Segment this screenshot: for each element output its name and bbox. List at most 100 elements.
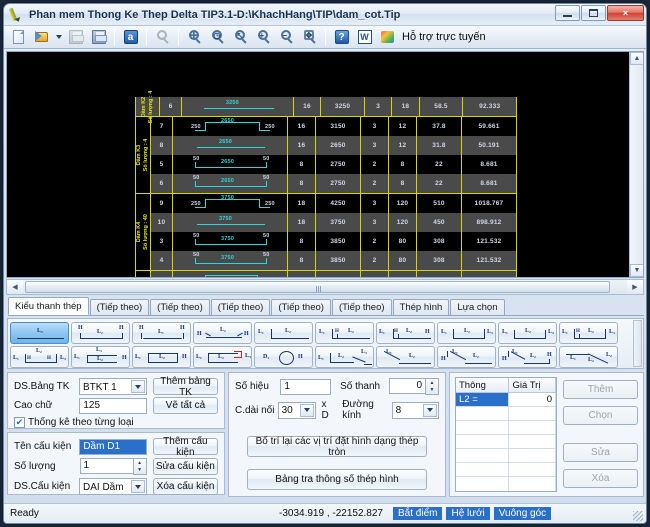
open-dropdown-arrow-icon[interactable]: [54, 27, 63, 47]
chevron-down-icon[interactable]: [131, 380, 145, 393]
so-luong-spinner[interactable]: ▲▼: [133, 458, 147, 475]
shape-diag-l1-l2[interactable]: L₁ L₂: [376, 346, 435, 368]
zoom-out-icon[interactable]: −: [276, 27, 297, 47]
shape-hook-diag-l1-l2-h[interactable]: H L₁ L₂ H: [498, 346, 557, 368]
zoom-window-icon[interactable]: [152, 27, 173, 47]
table-row[interactable]: 11 250 250 50 6: [151, 271, 517, 278]
table-row[interactable]: 8 2650 16 2650 3 12 31.8 50.191: [151, 136, 517, 155]
tab-lua-chon[interactable]: Lựa chọn: [450, 299, 504, 315]
so-luong-input[interactable]: 1: [80, 458, 133, 474]
parameter-grid[interactable]: Thông Giá Trị L2 = 0: [455, 377, 557, 492]
pan-icon[interactable]: ✥: [299, 27, 320, 47]
canvas-horizontal-scrollbar[interactable]: ◀ ▶: [6, 279, 644, 295]
table-row[interactable]: 10 3750 18 3750 3 120 450 898.912: [151, 213, 517, 232]
new-file-icon[interactable]: [8, 27, 29, 47]
table-row[interactable]: 3 50 3750 50 8 3850 2: [151, 232, 517, 251]
open-file-icon[interactable]: [31, 27, 52, 47]
canvas-surface[interactable]: Dầm K2Số lượng : 4 6 3250 16 3250 3 18 5…: [7, 52, 643, 277]
shape-l1-h-l2-h-l3[interactable]: L₁ L₂ H H L₃: [10, 346, 69, 368]
shape-hooks-both-l2[interactable]: H L₂ H: [71, 322, 130, 344]
tab-tiep-theo-4[interactable]: (Tiếp theo): [271, 299, 331, 315]
shape-panel-scrollbar[interactable]: [633, 320, 642, 367]
save-as-icon[interactable]: [88, 27, 109, 47]
cdai-noi-combo[interactable]: 30: [278, 402, 317, 419]
shape-l1-l3-l2-h[interactable]: L₁ L₃ L₂ H: [71, 346, 130, 368]
status-badge-he-luoi[interactable]: Hệ lưới: [446, 507, 489, 520]
grid-cell-value[interactable]: 0: [509, 393, 556, 406]
maximize-button[interactable]: [581, 5, 606, 21]
duong-kinh-combo[interactable]: 8: [392, 402, 439, 419]
scroll-down-arrow-icon[interactable]: ▼: [630, 264, 644, 277]
grid-cell-value[interactable]: [509, 421, 556, 434]
zoom-extents-icon[interactable]: ✛: [184, 27, 205, 47]
ds-bang-tk-combo[interactable]: BTKT 1: [79, 378, 147, 395]
shape-hook-diag-l1-l2[interactable]: H L₁ L₂: [437, 346, 496, 368]
tab-kieu-thanh-thep[interactable]: Kiểu thanh thép: [8, 297, 89, 315]
shape-l1-corner-l2[interactable]: L₁ L₂: [254, 322, 313, 344]
shape-l1-hook-l2[interactable]: L₁ H L₂: [315, 322, 374, 344]
bo-tri-lai-button[interactable]: Bố trí lại các vị trí đặt hình dạng thép…: [247, 436, 427, 457]
xoa-button[interactable]: Xóa: [563, 469, 638, 488]
so-hieu-input[interactable]: 1: [280, 379, 331, 395]
minimize-button[interactable]: [555, 5, 580, 21]
shape-l1-hook-l2-arrow[interactable]: L₁ H L₂ H: [376, 322, 435, 344]
tab-tiep-theo-1[interactable]: (Tiếp theo): [90, 299, 150, 315]
zoom-realtime-icon[interactable]: ↖: [230, 27, 251, 47]
table-row[interactable]: 5 50 2650 50 8 2750 2: [151, 155, 517, 174]
grid-row[interactable]: [456, 407, 556, 421]
tab-thep-hinh[interactable]: Thép hình: [393, 299, 450, 315]
ve-tat-ca-button[interactable]: Vẽ tất cả: [153, 397, 218, 414]
zoom-in-icon[interactable]: +: [253, 27, 274, 47]
grid-row[interactable]: [456, 435, 556, 449]
them-bang-tk-button[interactable]: Thêm bảng TK: [153, 378, 218, 395]
online-support-icon[interactable]: [377, 27, 398, 47]
grid-cell-value[interactable]: [509, 435, 556, 448]
shape-u-flat-l1-l2-l3[interactable]: L₁ L₂ L₃: [498, 322, 557, 344]
tab-tiep-theo-5[interactable]: (Tiếp theo): [332, 299, 392, 315]
grid-cell-key[interactable]: L2 =: [456, 393, 509, 406]
scroll-left-arrow-icon[interactable]: ◀: [7, 280, 23, 294]
them-button[interactable]: Thêm: [563, 380, 638, 399]
shape-circle-d1-h[interactable]: D₁ H: [254, 346, 313, 368]
grid-row[interactable]: [456, 421, 556, 435]
shape-l1-l2-hook-l3[interactable]: L₁ L₂ L₃: [193, 346, 252, 368]
shape-trapezoid-l1-l2[interactable]: L₁ L₂ L₂: [559, 346, 618, 368]
grid-cell-key[interactable]: [456, 477, 509, 491]
chevron-down-icon[interactable]: [131, 480, 145, 493]
grid-cell-key[interactable]: [456, 407, 509, 420]
grid-row[interactable]: [456, 477, 556, 491]
chevron-down-icon[interactable]: [300, 404, 314, 417]
resize-grip-icon[interactable]: [633, 511, 643, 521]
shape-hooks-curve-l1[interactable]: H L₁ H: [132, 322, 191, 344]
grid-cell-key[interactable]: [456, 435, 509, 448]
so-thanh-input[interactable]: 0: [389, 378, 425, 394]
save-icon[interactable]: [65, 27, 86, 47]
drawing-canvas[interactable]: Dầm K2Số lượng : 4 6 3250 16 3250 3 18 5…: [6, 51, 644, 278]
grid-cell-value[interactable]: [509, 477, 556, 491]
grid-cell-value[interactable]: [509, 463, 556, 476]
sua-cau-kien-button[interactable]: Sửa cấu kiện: [153, 458, 218, 475]
ten-cau-kien-input[interactable]: Dầm D1: [79, 439, 146, 455]
text-tool-icon[interactable]: a: [120, 27, 141, 47]
grid-cell-key[interactable]: [456, 421, 509, 434]
table-row[interactable]: Dầm K2Số lượng : 4 6 3250 16 3250 3 18 5…: [135, 97, 517, 116]
ds-cau-kien-combo[interactable]: DAI Dầm: [79, 478, 147, 495]
sua-button[interactable]: Sửa: [563, 443, 638, 462]
grid-cell-key[interactable]: [456, 463, 509, 476]
status-badge-bat-diem[interactable]: Bắt điểm: [393, 507, 442, 520]
chevron-down-icon[interactable]: [423, 404, 437, 417]
shape-l1-box-l2-h[interactable]: L₁ L₂ H: [132, 346, 191, 368]
grid-row[interactable]: [456, 449, 556, 463]
table-row[interactable]: 6 50 2650 50 8 2750 2: [151, 174, 517, 193]
xoa-cau-kien-button[interactable]: Xóa cấu kiện: [153, 478, 218, 495]
grid-cell-value[interactable]: [509, 407, 556, 420]
grid-cell-key[interactable]: [456, 449, 509, 462]
grid-row[interactable]: [456, 463, 556, 477]
zoom-previous-icon[interactable]: ◷: [207, 27, 228, 47]
canvas-vertical-scrollbar[interactable]: ▲ ▼: [629, 52, 643, 277]
status-badge-vuong-goc[interactable]: Vuông góc: [494, 507, 551, 520]
table-row[interactable]: 9 250 3750 250 18: [151, 194, 517, 213]
online-support-label[interactable]: Hỗ trợ trực tuyến: [402, 31, 486, 43]
tab-tiep-theo-3[interactable]: (Tiếp theo): [211, 299, 271, 315]
shape-u-hook-l1-l2-l3[interactable]: L₁ H L₂ L₃: [559, 322, 618, 344]
